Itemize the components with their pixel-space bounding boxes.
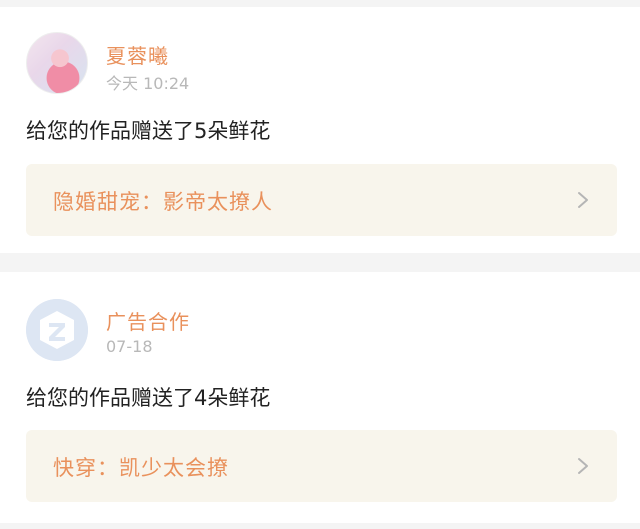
notification-card: 夏蓉曦 今天 10:24 给您的作品赠送了5朵鲜花 隐婚甜宠：影帝太撩人 xyxy=(0,7,640,253)
work-title: 快穿：凯少太会撩 xyxy=(53,456,229,480)
default-avatar-icon[interactable] xyxy=(26,299,88,361)
gift-message: 给您的作品赠送了5朵鲜花 xyxy=(26,119,271,143)
notification-card: 广告合作 07-18 给您的作品赠送了4朵鲜花 快穿：凯少太会撩 xyxy=(0,272,640,523)
default-user-icon xyxy=(26,299,88,361)
notification-feed: 夏蓉曦 今天 10:24 给您的作品赠送了5朵鲜花 隐婚甜宠：影帝太撩人 广告合… xyxy=(0,0,640,529)
chevron-right-icon xyxy=(578,192,588,208)
sender-name[interactable]: 夏蓉曦 xyxy=(106,40,169,69)
gift-message: 给您的作品赠送了4朵鲜花 xyxy=(26,386,271,410)
sender-name[interactable]: 广告合作 xyxy=(106,306,190,335)
user-avatar[interactable] xyxy=(26,32,88,94)
timestamp: 07-18 xyxy=(106,337,153,356)
timestamp: 今天 10:24 xyxy=(106,74,190,93)
work-link[interactable]: 快穿：凯少太会撩 xyxy=(26,430,617,502)
chevron-right-icon xyxy=(578,458,588,474)
work-title: 隐婚甜宠：影帝太撩人 xyxy=(53,190,273,214)
work-link[interactable]: 隐婚甜宠：影帝太撩人 xyxy=(26,164,617,236)
